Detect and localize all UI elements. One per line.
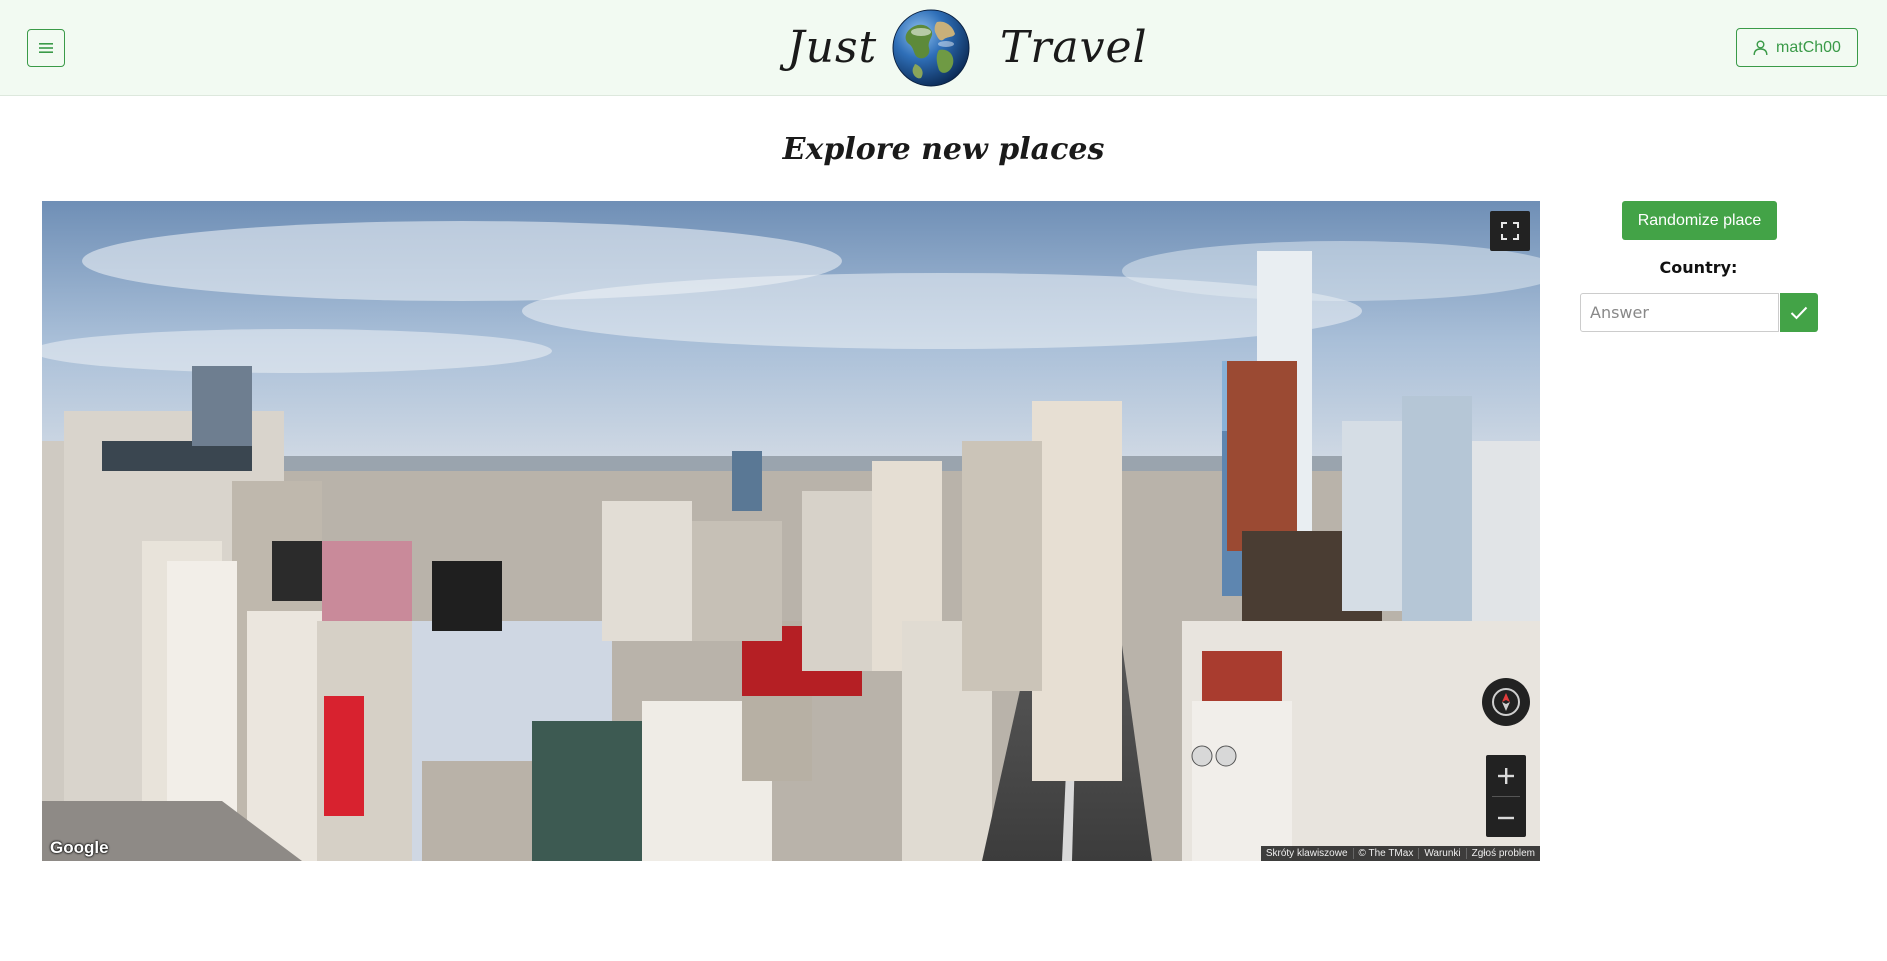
top-navbar: Just Travel matCh00	[0, 0, 1887, 96]
user-account-button[interactable]: matCh00	[1736, 28, 1858, 67]
menu-button[interactable]	[27, 29, 65, 67]
map-attribution-bar: Skróty klawiszowe © The TMax Warunki Zgł…	[1260, 846, 1540, 861]
report-problem-link[interactable]: Zgłoś problem	[1465, 848, 1540, 859]
randomize-place-button[interactable]: Randomize place	[1622, 201, 1777, 240]
compass-icon	[1492, 688, 1520, 716]
fullscreen-button[interactable]	[1490, 211, 1530, 251]
image-credit: © The TMax	[1352, 848, 1419, 859]
country-label: Country:	[1659, 258, 1738, 277]
brand-text-right: Travel	[1000, 22, 1148, 73]
zoom-controls	[1486, 755, 1526, 837]
page-title: Explore new places	[782, 132, 1105, 167]
country-answer-input[interactable]	[1580, 293, 1779, 332]
google-logo[interactable]: Google	[50, 838, 109, 858]
panorama-image	[42, 201, 1540, 861]
zoom-out-button[interactable]	[1486, 797, 1526, 838]
plus-icon	[1498, 767, 1514, 784]
user-icon	[1753, 40, 1768, 55]
globe-icon	[892, 9, 970, 87]
terms-link[interactable]: Warunki	[1418, 848, 1465, 859]
check-icon	[1790, 306, 1808, 319]
keyboard-shortcuts-link[interactable]: Skróty klawiszowe	[1261, 848, 1353, 859]
hamburger-icon	[39, 43, 53, 53]
brand-text-left: Just	[787, 22, 878, 73]
minus-icon	[1498, 816, 1514, 819]
submit-answer-button[interactable]	[1780, 293, 1818, 332]
user-name: matCh00	[1776, 38, 1841, 56]
zoom-in-button[interactable]	[1486, 755, 1526, 796]
street-view-panorama[interactable]: Google Skróty klawiszowe © The TMax Waru…	[42, 201, 1540, 861]
fullscreen-icon	[1501, 222, 1519, 240]
compass-control[interactable]	[1482, 678, 1530, 726]
brand-logo[interactable]: Just Travel	[785, 4, 1147, 92]
